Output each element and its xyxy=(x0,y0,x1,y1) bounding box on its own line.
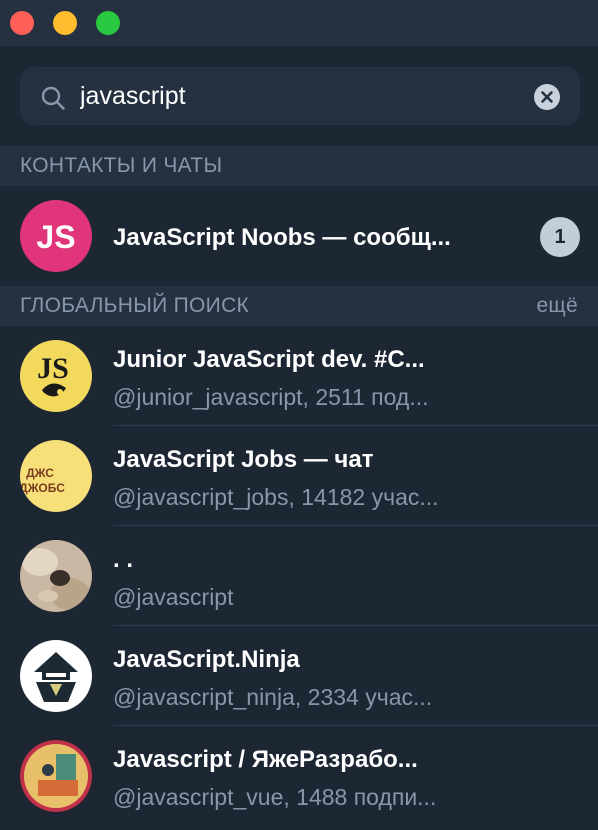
svg-text:ДЖС: ДЖС xyxy=(26,466,54,480)
global-result-row[interactable]: JS Junior JavaScript dev. #C... @junior_… xyxy=(0,326,598,426)
svg-text:ДЖОБС: ДЖОБС xyxy=(20,481,65,495)
search-input[interactable] xyxy=(80,78,520,114)
avatar xyxy=(20,740,92,812)
window-close-button[interactable] xyxy=(10,11,34,35)
search-area xyxy=(0,46,598,146)
svg-text:JS: JS xyxy=(37,352,69,385)
result-subtitle: @javascript xyxy=(113,584,234,610)
global-search-section-header: ГЛОБАЛЬНЫЙ ПОИСК ещё xyxy=(0,286,598,326)
contacts-section-title: КОНТАКТЫ И ЧАТЫ xyxy=(20,154,223,177)
result-title: Javascript / ЯжеРазрабо... xyxy=(113,746,418,773)
chat-row-javascript-noobs[interactable]: JS JavaScript Noobs — сообщ... 1 xyxy=(0,186,598,286)
show-more-link[interactable]: ещё xyxy=(536,294,578,318)
global-result-row[interactable]: . . @javascript xyxy=(0,526,598,626)
result-subtitle: @javascript_jobs, 14182 учас... xyxy=(113,484,439,510)
unread-badge: 1 xyxy=(540,217,580,257)
global-result-row[interactable]: ДЖС ДЖОБС JavaScript Jobs — чат @javascr… xyxy=(0,426,598,526)
global-result-row[interactable]: Javascript / ЯжеРазрабо... @javascript_v… xyxy=(0,726,598,826)
window-titlebar xyxy=(0,0,598,46)
search-icon xyxy=(40,85,66,111)
avatar xyxy=(20,640,92,712)
svg-text:JS: JS xyxy=(36,219,75,255)
contacts-section-header: КОНТАКТЫ И ЧАТЫ xyxy=(0,146,598,186)
window-maximize-button[interactable] xyxy=(96,11,120,35)
global-result-row[interactable]: JavaScript.Ninja @javascript_ninja, 2334… xyxy=(0,626,598,726)
result-subtitle: @javascript_ninja, 2334 учас... xyxy=(113,684,433,710)
result-subtitle: @junior_javascript, 2511 под... xyxy=(113,384,429,410)
result-subtitle: @javascript_vue, 1488 подпи... xyxy=(113,784,437,810)
result-title: JavaScript Jobs — чат xyxy=(113,446,374,473)
avatar: JS xyxy=(20,340,92,412)
global-search-section-title: ГЛОБАЛЬНЫЙ ПОИСК xyxy=(20,294,250,317)
avatar: JS xyxy=(20,200,92,272)
clear-icon xyxy=(541,91,553,103)
avatar xyxy=(20,540,92,612)
result-title: . . xyxy=(113,546,134,573)
clear-search-button[interactable] xyxy=(534,84,560,110)
search-box[interactable] xyxy=(20,67,580,125)
chat-title: JavaScript Noobs — сообщ... xyxy=(113,224,451,251)
window-minimize-button[interactable] xyxy=(53,11,77,35)
result-title: JavaScript.Ninja xyxy=(113,646,300,673)
result-title: Junior JavaScript dev. #C... xyxy=(113,346,425,373)
avatar: ДЖС ДЖОБС xyxy=(20,440,92,512)
